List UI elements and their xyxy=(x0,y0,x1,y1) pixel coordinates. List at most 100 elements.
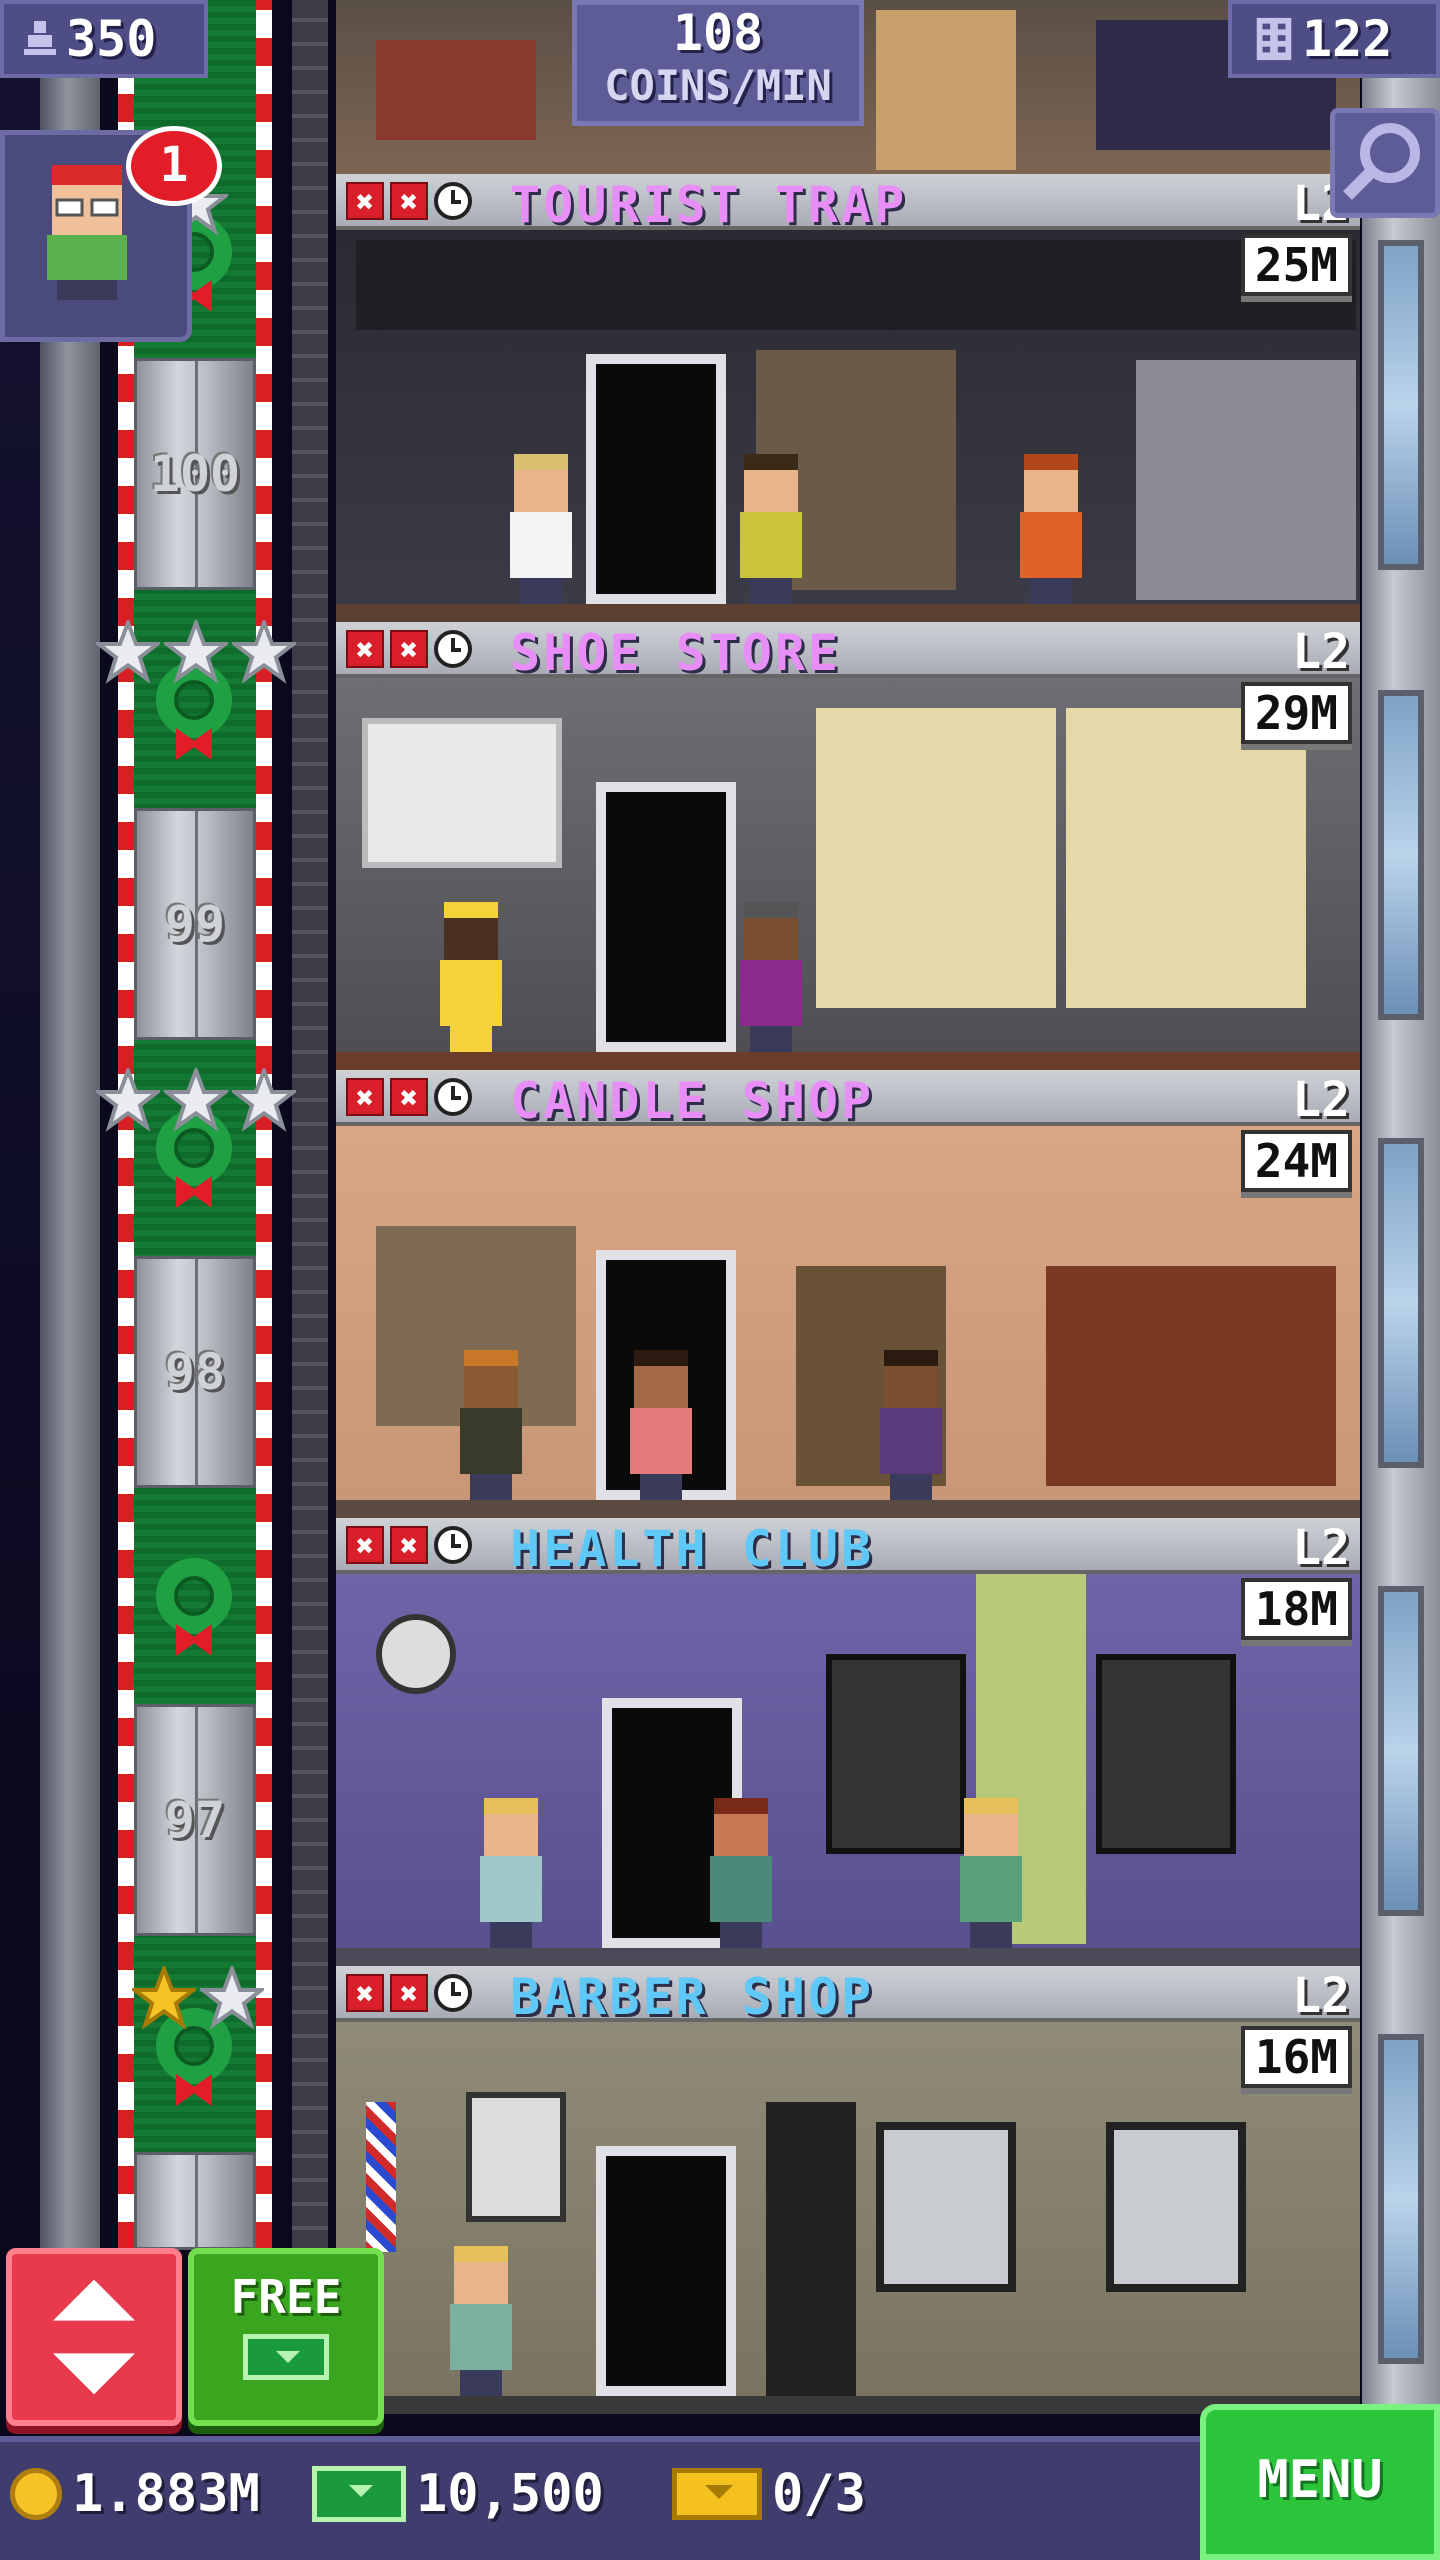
resident xyxy=(446,2246,516,2396)
empty-stock-icon: ✖ xyxy=(390,182,428,220)
empty-stock-icon: ✖ xyxy=(390,1526,428,1564)
coin-icon xyxy=(10,2468,62,2520)
resident xyxy=(706,1798,776,1948)
income-label: 18M xyxy=(1240,1578,1352,1640)
floor-room: 25M xyxy=(336,230,1360,622)
empty-stock-icon: ✖ xyxy=(346,1526,384,1564)
resident xyxy=(736,454,806,604)
resident xyxy=(626,1350,696,1500)
clock-icon xyxy=(434,1078,472,1116)
notification-badge: 1 xyxy=(126,126,222,206)
resident xyxy=(456,1350,526,1500)
floor-number: 99 xyxy=(164,895,226,953)
floor-candle-shop[interactable]: ✖ ✖ CANDLE SHOP L2 24M xyxy=(336,1070,1360,1518)
star-rating xyxy=(92,1064,300,1132)
income-label: 16M xyxy=(1240,2026,1352,2088)
silver-star-icon xyxy=(160,1064,232,1132)
resident xyxy=(956,1798,1026,1948)
door xyxy=(586,354,726,604)
floor-shoe-store[interactable]: ✖ ✖ SHOE STORE L2 29M xyxy=(336,622,1360,1070)
exterior-window xyxy=(1378,240,1424,570)
coins-value: 1.883M xyxy=(72,2464,260,2524)
person-icon xyxy=(24,21,56,55)
free-bux-button[interactable]: FREE xyxy=(188,2248,384,2426)
tickets-value: 0/3 xyxy=(772,2464,866,2524)
elevator-button[interactable] xyxy=(6,2248,182,2426)
space-background xyxy=(0,0,40,2560)
elevator-stop[interactable] xyxy=(134,2152,256,2250)
star-rating xyxy=(92,616,300,684)
clock-icon xyxy=(434,630,472,668)
population-counter[interactable]: 350 xyxy=(0,0,208,78)
coins-stat[interactable]: 1.883M xyxy=(10,2464,260,2524)
exterior-window xyxy=(1378,1138,1424,1468)
floor-barber-shop[interactable]: ✖ ✖ BARBER SHOP L2 16M xyxy=(336,1966,1360,2414)
gold-star-icon xyxy=(128,1962,200,2030)
door xyxy=(596,782,736,1052)
empty-stock-icon: ✖ xyxy=(390,1974,428,2012)
golden-ticket-icon xyxy=(672,2468,762,2520)
floor-level: L2 xyxy=(1292,1072,1350,1128)
resident xyxy=(876,1350,946,1500)
floor-title-bar: ✖ ✖ TOURIST TRAP L2 xyxy=(336,174,1360,234)
floor-number: 98 xyxy=(164,1343,226,1401)
up-down-arrows-icon xyxy=(53,2279,135,2395)
income-label: 24M xyxy=(1240,1130,1352,1192)
income-label: 29M xyxy=(1240,682,1352,744)
search-button[interactable] xyxy=(1330,108,1440,218)
menu-button[interactable]: MENU xyxy=(1200,2404,1440,2560)
resident xyxy=(1016,454,1086,604)
resident xyxy=(436,902,506,1052)
shaft-divider xyxy=(292,0,328,2250)
building-icon xyxy=(1256,17,1292,61)
bux-value: 10,500 xyxy=(416,2464,604,2524)
empty-stock-icon: ✖ xyxy=(346,182,384,220)
elevator-stop-98[interactable]: 98 xyxy=(134,1256,256,1488)
tower-bux-icon xyxy=(243,2334,329,2380)
elevator-stop-97[interactable]: 97 xyxy=(134,1704,256,1936)
elevator-stop-100[interactable]: 100 xyxy=(134,358,256,590)
floor-count-value: 122 xyxy=(1302,10,1393,68)
coin-rate-panel[interactable]: 108 COINS/MIN xyxy=(572,0,864,126)
floor-health-club[interactable]: ✖ ✖ HEALTH CLUB L2 18M xyxy=(336,1518,1360,1966)
floor-level: L2 xyxy=(1292,1520,1350,1576)
magnifier-icon xyxy=(1343,123,1420,200)
resident xyxy=(736,902,806,1052)
exterior-window xyxy=(1378,690,1424,1020)
resident xyxy=(506,454,576,604)
floor-level: L2 xyxy=(1292,624,1350,680)
star-rating xyxy=(128,1962,268,2030)
empty-stock-icon: ✖ xyxy=(390,630,428,668)
floor-number: 97 xyxy=(164,1791,226,1849)
bux-stat[interactable]: 10,500 xyxy=(312,2464,604,2524)
population-value: 350 xyxy=(66,10,157,68)
silver-star-icon xyxy=(196,1962,268,2030)
floor-room: 16M xyxy=(336,2022,1360,2414)
empty-stock-icon: ✖ xyxy=(346,1974,384,2012)
floor-tourist-trap[interactable]: ✖ ✖ TOURIST TRAP L2 25M xyxy=(336,174,1360,622)
coin-rate-value: 108 xyxy=(672,4,764,62)
floor-name: TOURIST TRAP xyxy=(510,176,908,234)
floor-count-panel[interactable]: 122 xyxy=(1228,0,1440,78)
floor-room: 24M xyxy=(336,1126,1360,1518)
elevator-stop-99[interactable]: 99 xyxy=(134,808,256,1040)
silver-star-icon xyxy=(228,616,300,684)
floor-name: CANDLE SHOP xyxy=(510,1072,875,1130)
free-label: FREE xyxy=(230,2270,342,2324)
clock-icon xyxy=(434,182,472,220)
clock-icon xyxy=(434,1526,472,1564)
wreath-decoration xyxy=(138,1544,250,1660)
visitor-avatar-icon xyxy=(47,165,127,300)
floor-title-bar: ✖ ✖ BARBER SHOP L2 xyxy=(336,1966,1360,2026)
exterior-window xyxy=(1378,1586,1424,1916)
floor-room: 18M xyxy=(336,1574,1360,1966)
floor-number: 100 xyxy=(149,445,241,503)
floor-title-bar: ✖ ✖ SHOE STORE L2 xyxy=(336,622,1360,682)
floor-name: BARBER SHOP xyxy=(510,1968,875,2026)
empty-stock-icon: ✖ xyxy=(346,1078,384,1116)
silver-star-icon xyxy=(160,616,232,684)
tickets-stat[interactable]: 0/3 xyxy=(672,2464,866,2524)
door xyxy=(596,2146,736,2396)
exterior-window xyxy=(1378,2034,1424,2364)
silver-star-icon xyxy=(228,1064,300,1132)
